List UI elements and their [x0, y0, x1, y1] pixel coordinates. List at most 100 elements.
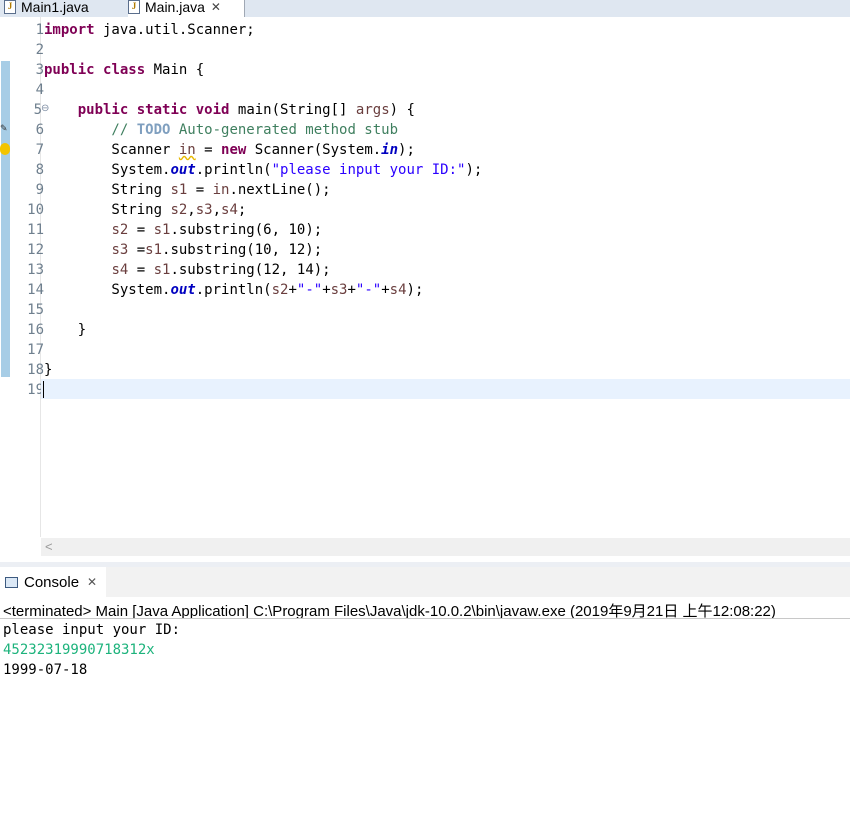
- code-line-7: Scanner in = new Scanner(System.in);: [44, 140, 415, 160]
- line-number: 17: [27, 342, 44, 358]
- line-number: 16: [27, 322, 44, 338]
- local-variable: s4: [221, 202, 238, 218]
- string-literal: "-": [355, 282, 382, 298]
- local-variable: s1: [153, 222, 171, 238]
- java-file-icon: J: [4, 0, 16, 14]
- line-number-gutter: 1 2 3 4 5 ⊖ 6 7 8 9 10 11 12 13 14 15 16…: [10, 17, 49, 537]
- keyword: new: [221, 142, 247, 158]
- tab-main-java[interactable]: J Main.java ✕: [128, 0, 245, 17]
- close-icon[interactable]: ✕: [87, 575, 97, 589]
- code-text: ,: [187, 202, 196, 218]
- console-header: Console ✕: [0, 567, 850, 597]
- code-line-10: String s2,s3,s4;: [44, 200, 246, 220]
- code-text: =: [187, 182, 213, 198]
- local-variable: s1: [153, 262, 171, 278]
- current-line-highlight: [41, 379, 850, 399]
- todo-tag: TODO: [136, 122, 171, 138]
- code-text: System.: [44, 162, 171, 178]
- keyword: public: [44, 62, 95, 78]
- local-variable: in: [212, 182, 230, 198]
- parameter: args: [355, 102, 390, 118]
- code-text: Scanner(System.: [246, 142, 382, 158]
- local-variable: s4: [111, 262, 129, 278]
- local-variable: s1: [145, 242, 163, 258]
- keyword: static: [136, 102, 188, 118]
- scroll-left-icon[interactable]: <: [45, 538, 53, 556]
- line-number: 18: [27, 362, 44, 378]
- code-line-14: System.out.println(s2+"-"+s3+"-"+s4);: [44, 280, 423, 300]
- code-text: Scanner: [44, 142, 179, 158]
- code-text: System.: [44, 282, 171, 298]
- java-file-icon: J: [128, 0, 140, 14]
- tab-label: Main1.java: [21, 0, 89, 15]
- line-number: 6: [35, 122, 44, 138]
- local-variable: s3: [330, 282, 348, 298]
- line-number: 11: [27, 222, 44, 238]
- code-text: .substring(6, 10);: [170, 222, 323, 238]
- local-variable: s1: [170, 182, 188, 198]
- task-marker-icon: ✎: [0, 123, 8, 133]
- local-variable: s3: [111, 242, 129, 258]
- code-text: main(String[]: [229, 102, 356, 118]
- keyword: class: [103, 62, 146, 78]
- code-text: );: [465, 162, 483, 178]
- code-line-3: public class Main {: [44, 60, 204, 80]
- console-icon: [5, 576, 18, 588]
- code-line-18: }: [44, 362, 53, 378]
- code-line-8: System.out.println("please input your ID…: [44, 160, 482, 180]
- keyword: void: [195, 102, 230, 118]
- line-number: 5: [33, 102, 42, 118]
- code-text: ) {: [389, 102, 415, 118]
- line-number: 13: [27, 262, 44, 278]
- code-line-16: }: [44, 322, 87, 338]
- change-marker-band: [1, 61, 10, 377]
- local-variable: s2: [170, 202, 188, 218]
- line-number: 12: [27, 242, 44, 258]
- code-line-12: s3 =s1.substring(10, 12);: [44, 240, 322, 260]
- line-number: 9: [35, 182, 44, 198]
- code-line-1: import java.util.Scanner;: [44, 20, 255, 40]
- code-line-11: s2 = s1.substring(6, 10);: [44, 220, 322, 240]
- static-field: in: [381, 142, 399, 158]
- code-text: );: [398, 142, 415, 158]
- line-number: 4: [35, 82, 44, 98]
- code-line-9: String s1 = in.nextLine();: [44, 180, 331, 200]
- line-number: 15: [27, 302, 44, 318]
- string-literal: "please input your ID:": [271, 162, 466, 178]
- code-text: +: [288, 282, 297, 298]
- code-text: =: [128, 222, 154, 238]
- code-text: ,: [212, 202, 222, 218]
- tab-main1-java[interactable]: J Main1.java: [4, 0, 122, 17]
- local-variable: s2: [111, 222, 129, 238]
- line-number: 10: [27, 202, 44, 218]
- line-number: 3: [35, 62, 44, 78]
- code-text: .nextLine();: [229, 182, 331, 198]
- close-icon[interactable]: ✕: [211, 0, 221, 14]
- tab-console[interactable]: Console ✕: [0, 567, 106, 597]
- code-text: );: [406, 282, 424, 298]
- code-line-13: s4 = s1.substring(12, 14);: [44, 260, 330, 280]
- keyword: public: [77, 102, 129, 118]
- static-field: out: [170, 282, 196, 298]
- comment: Auto-generated method stub: [170, 122, 399, 138]
- local-variable: in: [178, 142, 196, 158]
- console-input-line: 45232319990718312x: [3, 642, 155, 658]
- code-text: =: [128, 262, 154, 278]
- text-caret: [43, 381, 44, 398]
- code-editor[interactable]: ✎ 1 2 3 4 5 ⊖ 6 7 8 9 10 11 12 13 14 15 …: [0, 17, 850, 560]
- line-number: 14: [27, 282, 44, 298]
- horizontal-scrollbar[interactable]: <: [41, 538, 850, 556]
- code-text: =: [128, 242, 146, 258]
- editor-tab-bar: J Main1.java J Main.java ✕: [0, 0, 850, 17]
- warning-marker-icon: [0, 143, 10, 155]
- code-text: String: [44, 202, 171, 218]
- local-variable: s4: [389, 282, 407, 298]
- code-text: +: [322, 282, 331, 298]
- console-output-line: 1999-07-18: [3, 662, 88, 678]
- console-title: Console: [24, 573, 80, 591]
- local-variable: s3: [195, 202, 213, 218]
- console-output[interactable]: please input your ID: 45232319990718312x…: [3, 620, 180, 680]
- code-text: +: [347, 282, 356, 298]
- code-line-5: public static void main(String[] args) {: [44, 100, 415, 120]
